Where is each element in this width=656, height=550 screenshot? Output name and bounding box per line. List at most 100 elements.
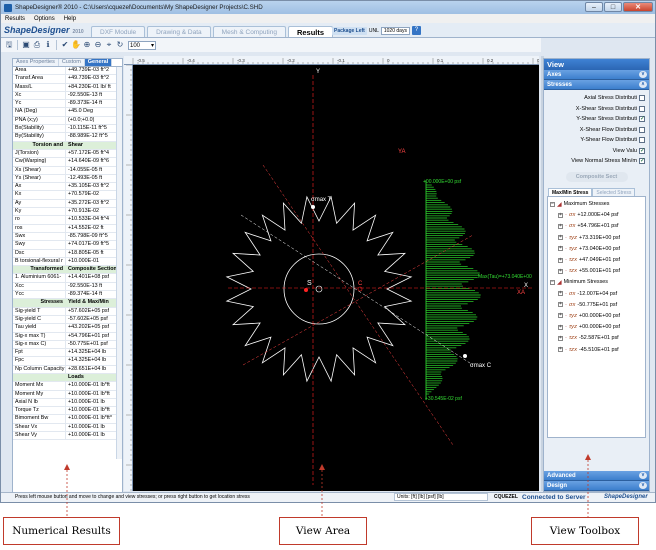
- stress-option-checkbox[interactable]: [639, 95, 645, 102]
- check-icon[interactable]: ✔: [60, 40, 70, 50]
- print-icon[interactable]: ⎙: [32, 40, 42, 50]
- result-row: 1. Aluminium 6061- +14.401E+08 psf: [13, 274, 122, 283]
- result-value: +70.579E-02: [68, 191, 100, 198]
- expand-icon[interactable]: +: [558, 235, 563, 241]
- zoom-in-icon[interactable]: ⊕: [82, 40, 92, 50]
- refresh-icon[interactable]: ↻: [115, 40, 125, 50]
- maximize-button[interactable]: □: [604, 2, 622, 12]
- collapse-icon[interactable]: −: [550, 279, 555, 285]
- stress-option-label: Y-Shear Flow Distributi: [580, 137, 637, 144]
- max-group-label: Maximum Stresses: [563, 201, 610, 208]
- expand-icon[interactable]: +: [558, 246, 563, 252]
- result-value: +54.796E+01 psf: [68, 332, 110, 339]
- result-row: Xc -92.550E-13 ft: [13, 91, 122, 101]
- expand-icon[interactable]: +: [558, 268, 563, 274]
- menu-results[interactable]: Results: [5, 16, 25, 22]
- stress-option-label: Y-Shear Stress Distributi: [576, 116, 637, 123]
- section-stresses[interactable]: Stresses ∧: [544, 80, 649, 90]
- collapse-icon[interactable]: −: [550, 201, 555, 207]
- tree-max-stresses[interactable]: − ◢ Maximum Stresses: [550, 199, 643, 210]
- chevron-down-icon[interactable]: ∨: [639, 482, 647, 489]
- result-key: Mass/L: [13, 83, 66, 91]
- expand-icon[interactable]: +: [558, 302, 563, 308]
- zoom-out-icon[interactable]: ⊖: [93, 40, 103, 50]
- pan-icon[interactable]: ✋: [71, 40, 81, 50]
- save-icon[interactable]: 🖫: [4, 40, 14, 50]
- centroid-marker: [304, 288, 308, 292]
- close-button[interactable]: ✕: [623, 2, 653, 12]
- result-value: -50.775E+01 psf: [68, 340, 108, 347]
- tab-max-min-stress[interactable]: Max/Min Stress: [548, 187, 593, 196]
- tab-dxf-module[interactable]: DXF Module: [91, 26, 146, 37]
- result-key: Sig-x max T): [13, 332, 66, 340]
- tree-max-item[interactable]: + · τzx +47.049E+01 psf: [550, 254, 643, 265]
- stress-option-checkbox[interactable]: ✓: [639, 158, 645, 165]
- chevron-up-icon[interactable]: ∧: [639, 81, 647, 88]
- zoom-fit-icon[interactable]: ⌖: [104, 40, 114, 50]
- chevron-down-icon[interactable]: ∨: [639, 472, 647, 479]
- tab-axes-properties[interactable]: Axes Properties: [13, 59, 59, 66]
- tab-custom[interactable]: Custom: [58, 59, 85, 66]
- tab-results[interactable]: Results: [287, 26, 334, 37]
- tree-max-item[interactable]: + · τzx +55.001E+01 psf: [550, 266, 643, 277]
- expand-icon[interactable]: +: [558, 347, 563, 353]
- tab-general[interactable]: General: [84, 59, 113, 66]
- tree-min-item[interactable]: + · τzx -52.587E+01 psf: [550, 333, 643, 344]
- menu-help[interactable]: Help: [64, 16, 76, 22]
- section-axes[interactable]: Axes ∨: [544, 70, 649, 80]
- menu-options[interactable]: Options: [34, 16, 55, 22]
- section-drawing[interactable]: Y X YA XA S C σmax T σmax C +00.000E+00 …: [133, 65, 539, 491]
- stress-symbol: τyz: [569, 245, 577, 252]
- section-advanced[interactable]: Advanced ∨: [544, 471, 649, 481]
- tab-selected-stress[interactable]: Selected Stress: [592, 187, 636, 196]
- expand-icon[interactable]: +: [558, 335, 563, 341]
- zoom-select[interactable]: 100: [128, 40, 156, 50]
- tree-min-item[interactable]: + · σx -50.775E+01 psf: [550, 299, 643, 310]
- expand-icon[interactable]: +: [558, 291, 563, 297]
- print-preview-icon[interactable]: ▣: [21, 40, 31, 50]
- stress-option-checkbox[interactable]: [639, 137, 645, 144]
- expand-icon[interactable]: +: [558, 257, 563, 263]
- point-c-marker: [357, 286, 363, 292]
- result-row: Xcc -92.550E-13 ft: [13, 282, 122, 292]
- expand-icon[interactable]: +: [558, 212, 563, 218]
- result-value: +74.017E-09 ft^5: [68, 241, 110, 248]
- tree-min-item[interactable]: + · τyz +00.000E+00 psf: [550, 322, 643, 333]
- callout-view-toolbox: View Toolbox: [531, 517, 639, 545]
- results-scrollbar[interactable]: [116, 67, 122, 459]
- tree-min-item[interactable]: + · τyz +00.000E+00 psf: [550, 310, 643, 321]
- help-icon[interactable]: ?: [411, 26, 421, 35]
- result-key: Yc: [13, 100, 66, 108]
- expand-icon[interactable]: +: [558, 313, 563, 319]
- stress-option-checkbox[interactable]: ✓: [639, 116, 645, 123]
- composite-section-button[interactable]: Composite Sect: [565, 171, 628, 182]
- tab-drawing-data[interactable]: Drawing & Data: [147, 26, 211, 37]
- tree-max-item[interactable]: + · σx +12.000E+04 psf: [550, 210, 643, 221]
- tree-max-item[interactable]: + · τyz +73.319E+00 psf: [550, 232, 643, 243]
- stress-option-checkbox[interactable]: [639, 126, 645, 133]
- tree-max-item[interactable]: + · τyz +73.040E+00 psf: [550, 243, 643, 254]
- minimize-button[interactable]: –: [585, 2, 603, 12]
- stress-option-checkbox[interactable]: [639, 105, 645, 112]
- result-key: Xs (Shear): [13, 166, 66, 174]
- tab-mesh-computing[interactable]: Mesh & Computing: [212, 26, 286, 37]
- expand-icon[interactable]: +: [558, 324, 563, 330]
- tree-max-item[interactable]: + · σx +54.796E+01 psf: [550, 221, 643, 232]
- ruler-label: 0: [387, 58, 390, 63]
- result-value: +43.202E+05 psf: [68, 324, 110, 331]
- result-row: Axial N lb +10.000E-01 lb: [13, 398, 122, 408]
- expand-icon[interactable]: +: [558, 223, 563, 229]
- min-group-label: Minimum Stresses: [563, 279, 608, 286]
- result-value: +10.000E-01 lb: [68, 398, 105, 405]
- tree-min-stresses[interactable]: − ◢ Minimum Stresses: [550, 277, 643, 288]
- stress-option-label: X-Shear Stress Distributi: [575, 105, 637, 112]
- result-row: Fpc +14.325E+04 lb: [13, 357, 122, 366]
- drawing-canvas[interactable]: Y X YA XA S C σmax T σmax C +00.000E+00 …: [133, 65, 539, 491]
- tree-min-item[interactable]: + · σx -12.007E+04 psf: [550, 288, 643, 299]
- chevron-down-icon[interactable]: ∨: [639, 71, 647, 78]
- section-design[interactable]: Design ∨: [544, 481, 649, 491]
- module-tabs: DXF Module Drawing & Data Mesh & Computi…: [91, 26, 334, 37]
- stress-option-checkbox[interactable]: ✓: [639, 147, 645, 154]
- tree-min-item[interactable]: + · τzx -45.510E+01 psf: [550, 344, 643, 355]
- info-icon[interactable]: ℹ: [43, 40, 53, 50]
